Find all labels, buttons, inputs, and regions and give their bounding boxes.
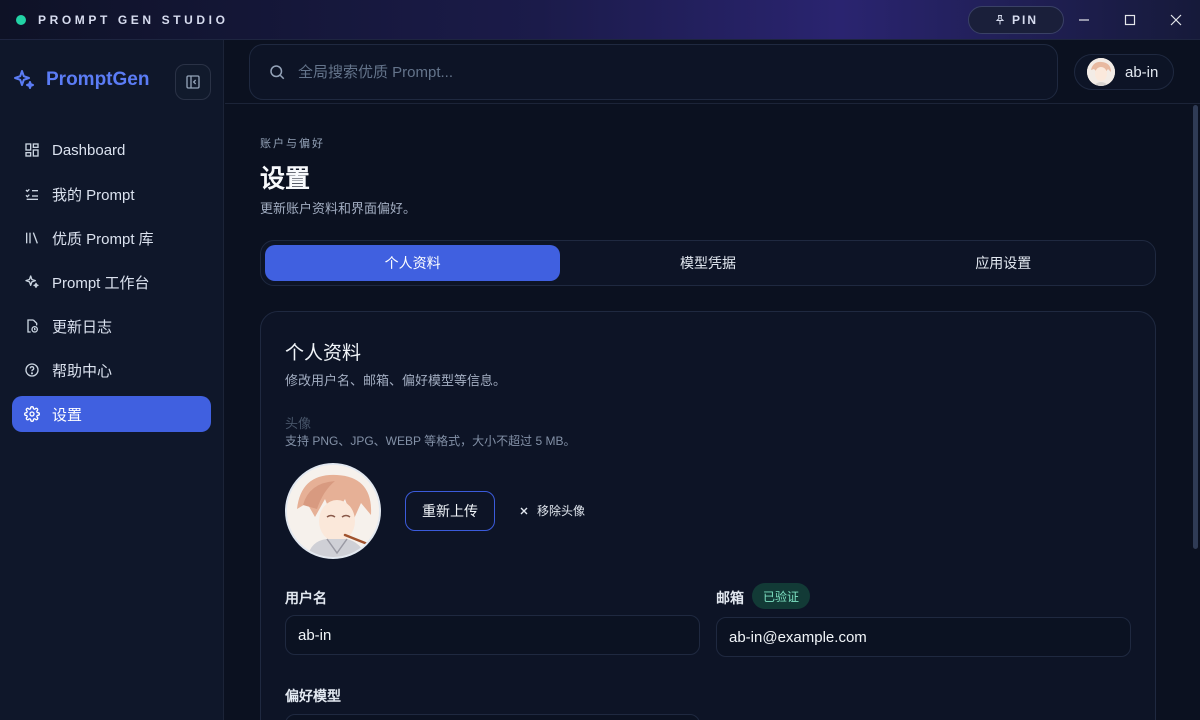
global-search[interactable]	[249, 44, 1058, 100]
file-clock-icon	[27, 319, 38, 333]
username-label: 用户名	[285, 590, 327, 606]
sidebar-nav: Dashboard 我的 Prompt 优质 Prompt 库 Prompt 工…	[12, 132, 211, 440]
page-subtitle: 更新账户资料和界面偏好。	[260, 201, 417, 216]
sidebar-item-workbench[interactable]: Prompt 工作台	[12, 264, 211, 300]
card-title: 个人资料	[285, 343, 362, 364]
sidebar-item-my-prompt[interactable]: 我的 Prompt	[12, 176, 211, 212]
sparkles-icon	[25, 275, 39, 288]
settings-tabs: 个人资料 模型凭据 应用设置	[260, 240, 1156, 286]
minimize-icon	[1079, 19, 1089, 21]
sidebar-item-label: 优质 Prompt 库	[52, 230, 154, 248]
username: ab-in	[1125, 63, 1159, 81]
close-button[interactable]	[1153, 0, 1199, 40]
sparkles-logo-icon	[14, 70, 34, 89]
email-label: 邮箱	[716, 590, 744, 606]
search-input[interactable]	[298, 63, 998, 81]
preferred-model-select[interactable]	[285, 714, 700, 720]
sidebar-item-label: Dashboard	[52, 141, 126, 159]
tab-app-settings[interactable]: 应用设置	[856, 245, 1151, 281]
profile-card: 个人资料 修改用户名、邮箱、偏好模型等信息。 头像 支持 PNG、JPG、WEB…	[260, 311, 1156, 720]
sidebar-item-changelog[interactable]: 更新日志	[12, 308, 211, 344]
card-subtitle: 修改用户名、邮箱、偏好模型等信息。	[285, 373, 507, 388]
pin-button[interactable]: PIN	[968, 6, 1064, 34]
sidebar-item-label: 更新日志	[52, 318, 113, 336]
user-menu[interactable]: ab-in	[1074, 54, 1174, 90]
title-bar: PROMPT GEN STUDIO PIN	[0, 0, 1200, 40]
close-icon	[1170, 14, 1182, 26]
avatar-preview	[285, 463, 381, 559]
tab-profile[interactable]: 个人资料	[265, 245, 561, 281]
reupload-avatar-button[interactable]: 重新上传	[405, 491, 495, 531]
sidebar-item-label: Prompt 工作台	[52, 274, 150, 292]
main-content: 账户与偏好 设置 更新账户资料和界面偏好。 个人资料 模型凭据 应用设置 个人资…	[225, 105, 1190, 720]
pin-label: PIN	[1011, 13, 1038, 27]
sidebar-item-label: 我的 Prompt	[52, 186, 135, 204]
email-field[interactable]: ab-in@example.com	[716, 617, 1131, 657]
gear-icon	[24, 406, 40, 422]
sidebar-item-settings[interactable]: 设置	[12, 396, 211, 432]
pin-icon	[995, 15, 1005, 25]
avatar	[1087, 58, 1115, 86]
email-verified-badge: 已验证	[752, 583, 811, 609]
maximize-button[interactable]	[1107, 0, 1153, 40]
page-eyebrow: 账户与偏好	[260, 138, 325, 150]
help-circle-icon	[25, 363, 39, 377]
sidebar-item-label: 帮助中心	[52, 362, 113, 380]
panel-left-icon	[186, 75, 200, 89]
remove-avatar-label: 移除头像	[537, 504, 586, 518]
status-dot-icon	[16, 14, 26, 25]
avatar-label: 头像	[285, 416, 312, 431]
tab-model-credentials[interactable]: 模型凭据	[560, 245, 855, 281]
app-title: PROMPT GEN STUDIO	[38, 12, 229, 27]
remove-avatar-button[interactable]: 移除头像	[519, 502, 585, 519]
sidebar-item-label: 设置	[52, 406, 83, 424]
maximize-icon	[1124, 14, 1136, 26]
sidebar-item-library[interactable]: 优质 Prompt 库	[12, 220, 211, 256]
sidebar-item-help[interactable]: 帮助中心	[12, 352, 211, 388]
avatar-hint: 支持 PNG、JPG、WEBP 等格式，大小不超过 5 MB。	[285, 434, 576, 448]
library-icon	[26, 232, 38, 244]
username-field[interactable]: ab-in	[285, 615, 700, 655]
page-title: 设置	[260, 165, 311, 193]
scrollbar[interactable]	[1190, 105, 1200, 720]
minimize-button[interactable]	[1061, 0, 1107, 40]
sidebar: PromptGen Dashboard 我的 Prompt 优质 Prompt …	[0, 40, 224, 720]
brand[interactable]: PromptGen	[12, 68, 149, 92]
preferred-model-label: 偏好模型	[285, 688, 341, 704]
list-check-icon	[25, 188, 38, 200]
collapse-sidebar-button[interactable]	[175, 64, 211, 100]
top-bar: ab-in	[225, 40, 1200, 104]
close-icon	[520, 507, 528, 514]
grid-icon	[25, 143, 39, 157]
scrollbar-thumb[interactable]	[1193, 105, 1198, 549]
sidebar-item-dashboard[interactable]: Dashboard	[12, 132, 211, 168]
search-icon	[270, 65, 285, 80]
brand-name: PromptGen	[46, 69, 150, 90]
